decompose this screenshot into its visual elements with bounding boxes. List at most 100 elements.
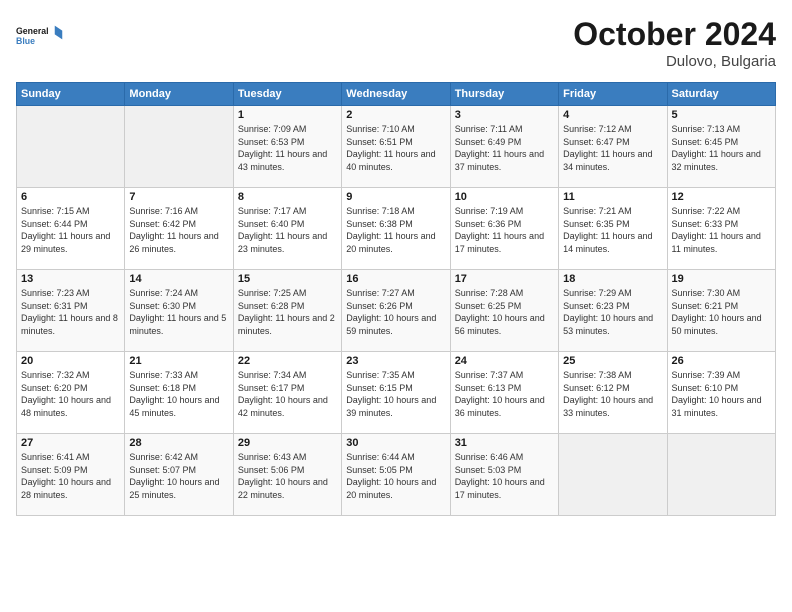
day-number: 28 <box>129 437 228 449</box>
calendar-cell <box>125 106 233 188</box>
calendar-cell: 9 Sunrise: 7:18 AMSunset: 6:38 PMDayligh… <box>342 188 450 270</box>
calendar-cell: 6 Sunrise: 7:15 AMSunset: 6:44 PMDayligh… <box>17 188 125 270</box>
logo: General Blue <box>16 16 66 54</box>
day-number: 14 <box>129 273 228 285</box>
day-info: Sunrise: 7:15 AMSunset: 6:44 PMDaylight:… <box>21 205 120 255</box>
logo-icon: General Blue <box>16 16 66 54</box>
calendar-table: SundayMondayTuesdayWednesdayThursdayFrid… <box>16 82 776 516</box>
day-info: Sunrise: 7:38 AMSunset: 6:12 PMDaylight:… <box>563 369 662 419</box>
day-info: Sunrise: 7:16 AMSunset: 6:42 PMDaylight:… <box>129 205 228 255</box>
day-number: 29 <box>238 437 337 449</box>
day-header: Sunday <box>17 83 125 106</box>
calendar-week: 20 Sunrise: 7:32 AMSunset: 6:20 PMDaylig… <box>17 352 776 434</box>
day-number: 12 <box>672 191 771 203</box>
calendar-cell: 27 Sunrise: 6:41 AMSunset: 5:09 PMDaylig… <box>17 434 125 516</box>
calendar-week: 1 Sunrise: 7:09 AMSunset: 6:53 PMDayligh… <box>17 106 776 188</box>
title-block: October 2024 Dulovo, Bulgaria <box>573 16 776 70</box>
day-info: Sunrise: 7:11 AMSunset: 6:49 PMDaylight:… <box>455 123 554 173</box>
location: Dulovo, Bulgaria <box>573 53 776 70</box>
calendar-cell: 18 Sunrise: 7:29 AMSunset: 6:23 PMDaylig… <box>559 270 667 352</box>
day-header: Wednesday <box>342 83 450 106</box>
day-header: Friday <box>559 83 667 106</box>
day-info: Sunrise: 7:33 AMSunset: 6:18 PMDaylight:… <box>129 369 228 419</box>
day-number: 8 <box>238 191 337 203</box>
day-number: 18 <box>563 273 662 285</box>
day-info: Sunrise: 7:35 AMSunset: 6:15 PMDaylight:… <box>346 369 445 419</box>
day-info: Sunrise: 7:24 AMSunset: 6:30 PMDaylight:… <box>129 287 228 337</box>
day-number: 5 <box>672 109 771 121</box>
day-number: 9 <box>346 191 445 203</box>
day-info: Sunrise: 7:13 AMSunset: 6:45 PMDaylight:… <box>672 123 771 173</box>
day-number: 2 <box>346 109 445 121</box>
calendar-cell: 1 Sunrise: 7:09 AMSunset: 6:53 PMDayligh… <box>233 106 341 188</box>
day-number: 23 <box>346 355 445 367</box>
day-number: 27 <box>21 437 120 449</box>
calendar-week: 27 Sunrise: 6:41 AMSunset: 5:09 PMDaylig… <box>17 434 776 516</box>
calendar-cell: 30 Sunrise: 6:44 AMSunset: 5:05 PMDaylig… <box>342 434 450 516</box>
day-info: Sunrise: 7:17 AMSunset: 6:40 PMDaylight:… <box>238 205 337 255</box>
day-number: 4 <box>563 109 662 121</box>
day-info: Sunrise: 6:46 AMSunset: 5:03 PMDaylight:… <box>455 451 554 501</box>
day-info: Sunrise: 6:41 AMSunset: 5:09 PMDaylight:… <box>21 451 120 501</box>
day-header: Thursday <box>450 83 558 106</box>
calendar-cell: 14 Sunrise: 7:24 AMSunset: 6:30 PMDaylig… <box>125 270 233 352</box>
calendar-cell: 28 Sunrise: 6:42 AMSunset: 5:07 PMDaylig… <box>125 434 233 516</box>
day-number: 3 <box>455 109 554 121</box>
day-number: 22 <box>238 355 337 367</box>
calendar-cell: 5 Sunrise: 7:13 AMSunset: 6:45 PMDayligh… <box>667 106 775 188</box>
day-info: Sunrise: 7:09 AMSunset: 6:53 PMDaylight:… <box>238 123 337 173</box>
calendar-cell: 13 Sunrise: 7:23 AMSunset: 6:31 PMDaylig… <box>17 270 125 352</box>
calendar-cell: 16 Sunrise: 7:27 AMSunset: 6:26 PMDaylig… <box>342 270 450 352</box>
calendar-cell: 29 Sunrise: 6:43 AMSunset: 5:06 PMDaylig… <box>233 434 341 516</box>
day-number: 30 <box>346 437 445 449</box>
day-number: 1 <box>238 109 337 121</box>
day-header: Tuesday <box>233 83 341 106</box>
day-number: 26 <box>672 355 771 367</box>
day-info: Sunrise: 7:29 AMSunset: 6:23 PMDaylight:… <box>563 287 662 337</box>
day-number: 6 <box>21 191 120 203</box>
day-info: Sunrise: 6:42 AMSunset: 5:07 PMDaylight:… <box>129 451 228 501</box>
day-info: Sunrise: 7:10 AMSunset: 6:51 PMDaylight:… <box>346 123 445 173</box>
day-info: Sunrise: 7:18 AMSunset: 6:38 PMDaylight:… <box>346 205 445 255</box>
day-info: Sunrise: 7:21 AMSunset: 6:35 PMDaylight:… <box>563 205 662 255</box>
day-number: 31 <box>455 437 554 449</box>
day-info: Sunrise: 6:44 AMSunset: 5:05 PMDaylight:… <box>346 451 445 501</box>
calendar-cell: 2 Sunrise: 7:10 AMSunset: 6:51 PMDayligh… <box>342 106 450 188</box>
calendar-week: 13 Sunrise: 7:23 AMSunset: 6:31 PMDaylig… <box>17 270 776 352</box>
calendar-cell: 7 Sunrise: 7:16 AMSunset: 6:42 PMDayligh… <box>125 188 233 270</box>
day-number: 10 <box>455 191 554 203</box>
day-info: Sunrise: 7:27 AMSunset: 6:26 PMDaylight:… <box>346 287 445 337</box>
day-number: 15 <box>238 273 337 285</box>
day-number: 17 <box>455 273 554 285</box>
svg-text:Blue: Blue <box>16 36 35 46</box>
svg-text:General: General <box>16 26 49 36</box>
calendar-cell: 23 Sunrise: 7:35 AMSunset: 6:15 PMDaylig… <box>342 352 450 434</box>
calendar-cell <box>667 434 775 516</box>
calendar-cell: 8 Sunrise: 7:17 AMSunset: 6:40 PMDayligh… <box>233 188 341 270</box>
day-info: Sunrise: 7:39 AMSunset: 6:10 PMDaylight:… <box>672 369 771 419</box>
day-info: Sunrise: 7:25 AMSunset: 6:28 PMDaylight:… <box>238 287 337 337</box>
calendar-cell: 10 Sunrise: 7:19 AMSunset: 6:36 PMDaylig… <box>450 188 558 270</box>
calendar-cell: 22 Sunrise: 7:34 AMSunset: 6:17 PMDaylig… <box>233 352 341 434</box>
calendar-cell: 3 Sunrise: 7:11 AMSunset: 6:49 PMDayligh… <box>450 106 558 188</box>
calendar-cell: 20 Sunrise: 7:32 AMSunset: 6:20 PMDaylig… <box>17 352 125 434</box>
day-number: 24 <box>455 355 554 367</box>
day-info: Sunrise: 7:37 AMSunset: 6:13 PMDaylight:… <box>455 369 554 419</box>
calendar-cell <box>559 434 667 516</box>
day-number: 16 <box>346 273 445 285</box>
calendar-cell: 25 Sunrise: 7:38 AMSunset: 6:12 PMDaylig… <box>559 352 667 434</box>
page-header: General Blue October 2024 Dulovo, Bulgar… <box>16 16 776 70</box>
day-info: Sunrise: 7:12 AMSunset: 6:47 PMDaylight:… <box>563 123 662 173</box>
day-info: Sunrise: 7:30 AMSunset: 6:21 PMDaylight:… <box>672 287 771 337</box>
calendar-cell: 12 Sunrise: 7:22 AMSunset: 6:33 PMDaylig… <box>667 188 775 270</box>
calendar-cell: 21 Sunrise: 7:33 AMSunset: 6:18 PMDaylig… <box>125 352 233 434</box>
day-number: 13 <box>21 273 120 285</box>
day-number: 20 <box>21 355 120 367</box>
calendar-cell: 4 Sunrise: 7:12 AMSunset: 6:47 PMDayligh… <box>559 106 667 188</box>
calendar-cell: 24 Sunrise: 7:37 AMSunset: 6:13 PMDaylig… <box>450 352 558 434</box>
day-number: 7 <box>129 191 228 203</box>
day-number: 19 <box>672 273 771 285</box>
day-header: Saturday <box>667 83 775 106</box>
day-info: Sunrise: 7:19 AMSunset: 6:36 PMDaylight:… <box>455 205 554 255</box>
day-header: Monday <box>125 83 233 106</box>
